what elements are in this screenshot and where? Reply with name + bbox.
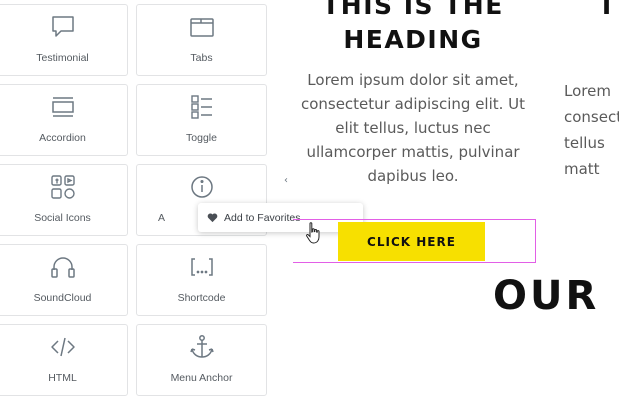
widget-testimonial[interactable]: Testimonial (0, 4, 128, 76)
add-to-favorites-label: Add to Favorites (224, 211, 301, 224)
html-icon (49, 333, 77, 361)
widget-label: Menu Anchor (170, 372, 233, 384)
widget-toggle[interactable]: Toggle (136, 84, 267, 156)
right-column-text[interactable]: Lorem consect tellus matt (564, 78, 619, 182)
widget-social-icons[interactable]: Social Icons (0, 164, 128, 236)
testimonial-icon (49, 13, 77, 41)
text-line: consect (564, 108, 619, 126)
panel-collapse-button[interactable]: ‹ (280, 168, 292, 192)
chevron-left-icon: ‹ (284, 174, 288, 186)
text-line: Lorem ipsum dolor sit amet, (307, 71, 519, 89)
widget-label: Accordion (39, 132, 86, 144)
widget-label: Toggle (186, 132, 217, 144)
tabs-icon (188, 13, 216, 41)
text-editor-block[interactable]: Lorem ipsum dolor sit amet, consectetur … (293, 68, 533, 188)
widget-panel: Testimonial Tabs Accordion Toggle Social… (0, 0, 281, 400)
widget-label: HTML (48, 372, 77, 384)
right-column-heading[interactable]: T (598, 0, 615, 22)
widget-tabs[interactable]: Tabs (136, 4, 267, 76)
accordion-icon (49, 93, 77, 121)
text-line: consectetur adipiscing elit. Ut (300, 95, 526, 113)
widget-accordion[interactable]: Accordion (0, 84, 128, 156)
widget-menu-anchor[interactable]: Menu Anchor (136, 324, 267, 396)
page-canvas: THIS IS THE HEADING Lorem ipsum dolor si… (293, 0, 619, 400)
widget-label: SoundCloud (33, 292, 92, 304)
shortcode-icon (188, 253, 216, 281)
widget-label: Testimonial (36, 52, 89, 64)
heart-icon (207, 212, 218, 223)
widget-shortcode[interactable]: Shortcode (136, 244, 267, 316)
text-line: ullamcorper mattis, pulvinar (306, 143, 520, 161)
section-heading[interactable]: OUR (493, 272, 599, 320)
alert-icon (188, 173, 216, 201)
widget-soundcloud[interactable]: SoundCloud (0, 244, 128, 316)
text-line: tellus (564, 134, 605, 152)
text-line: elit tellus, luctus nec (335, 119, 491, 137)
click-here-button[interactable]: CLICK HERE (338, 222, 485, 261)
heading-line-2[interactable]: HEADING (293, 24, 533, 56)
menu-anchor-icon (188, 333, 216, 361)
text-line: Lorem (564, 82, 611, 100)
widget-label: Tabs (190, 52, 213, 64)
heading-line-1[interactable]: THIS IS THE (293, 0, 533, 22)
widget-label: Shortcode (177, 292, 226, 304)
toggle-icon (188, 93, 216, 121)
widget-html[interactable]: HTML (0, 324, 128, 396)
hand-pointer-icon (306, 222, 320, 244)
soundcloud-icon (49, 253, 77, 281)
text-line: matt (564, 160, 600, 178)
text-line: dapibus leo. (367, 167, 459, 185)
social-icons-icon (49, 173, 77, 201)
